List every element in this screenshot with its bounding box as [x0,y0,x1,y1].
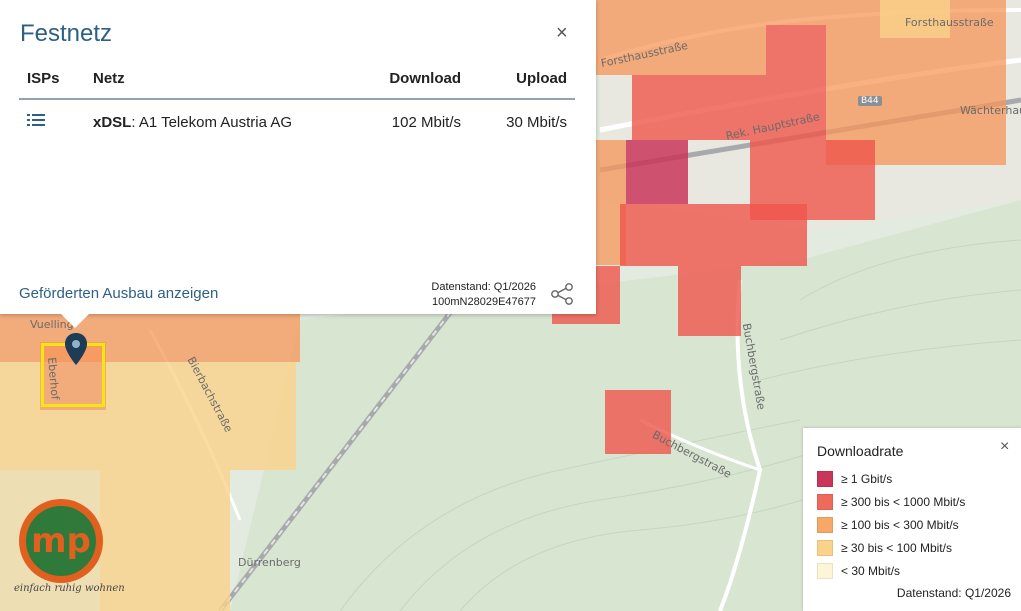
legend-panel: Downloadrate × ≥ 1 Gbit/s ≥ 300 bis < 10… [803,428,1021,611]
provider-name: : A1 Telekom Austria AG [131,113,292,131]
download-value: 102 Mbit/s [391,113,461,131]
coverage-cell[interactable] [620,204,807,266]
legend-swatch [817,540,833,556]
isp-list-cell[interactable] [19,99,85,144]
legend-label: ≥ 100 bis < 300 Mbit/s [841,518,959,532]
popup-data-status: Datenstand: Q1/2026 100mN28029E47677 [431,280,536,310]
road-label: Forsthausstraße [905,16,994,29]
share-icon[interactable] [550,283,574,305]
legend-title: Downloadrate [817,443,904,459]
legend-item: < 30 Mbit/s [817,563,900,579]
table-row: xDSL: A1 Telekom Austria AG 102 Mbit/s 3… [19,99,575,144]
coverage-cell[interactable] [0,362,40,470]
legend-label: ≥ 300 bis < 1000 Mbit/s [841,495,966,509]
column-header-download: Download [357,60,469,100]
legend-item: ≥ 30 bis < 100 Mbit/s [817,540,952,556]
column-header-netz: Netz [85,60,358,100]
coverage-cell[interactable] [678,266,741,336]
cell-id-text: 100mN28029E47677 [432,296,536,308]
popup-title: Festnetz [20,20,113,47]
upload-value: 30 Mbit/s [506,113,567,131]
column-header-upload: Upload [469,60,575,100]
company-logo: mp [19,499,103,583]
legend-item: ≥ 100 bis < 300 Mbit/s [817,517,959,533]
legend-label: ≥ 30 bis < 100 Mbit/s [841,541,952,555]
legend-item: ≥ 300 bis < 1000 Mbit/s [817,494,965,510]
close-icon[interactable]: × [1000,438,1009,456]
legend-label: < 30 Mbit/s [841,564,901,578]
technology-label: xDSL [93,113,132,131]
column-header-isps: ISPs [19,60,85,100]
coverage-cell[interactable] [40,410,106,470]
road-label: Dürrenberg [238,556,301,569]
isp-popup: Festnetz × ISPs Netz Download Upload xDS [0,0,596,314]
legend-data-status: Datenstand: Q1/2026 [896,586,1011,600]
logo-tagline: einfach ruhig wohnen [14,583,125,594]
legend-swatch [817,517,833,533]
coverage-cell[interactable] [626,140,688,204]
close-icon[interactable]: × [556,22,568,45]
logo-letters: mp [31,521,91,561]
coverage-cell[interactable] [766,25,826,75]
legend-swatch [817,471,833,487]
road-label: Wächterhau [960,104,1021,117]
network-cell: xDSL: A1 Telekom Austria AG [85,99,358,144]
legend-item: ≥ 1 Gbit/s [817,471,892,487]
popup-pointer [61,314,89,328]
funded-expansion-link[interactable]: Geförderten Ausbau anzeigen [19,285,218,302]
legend-label: ≥ 1 Gbit/s [841,472,893,486]
legend-swatch [817,563,833,579]
location-pin-icon[interactable] [65,333,87,365]
legend-swatch [817,494,833,510]
list-icon[interactable] [27,112,45,128]
road-badge: B44 [858,96,882,106]
datenstand-text: Datenstand: Q1/2026 [431,281,536,293]
isp-table: ISPs Netz Download Upload xDSL: A1 Telek… [19,60,575,144]
